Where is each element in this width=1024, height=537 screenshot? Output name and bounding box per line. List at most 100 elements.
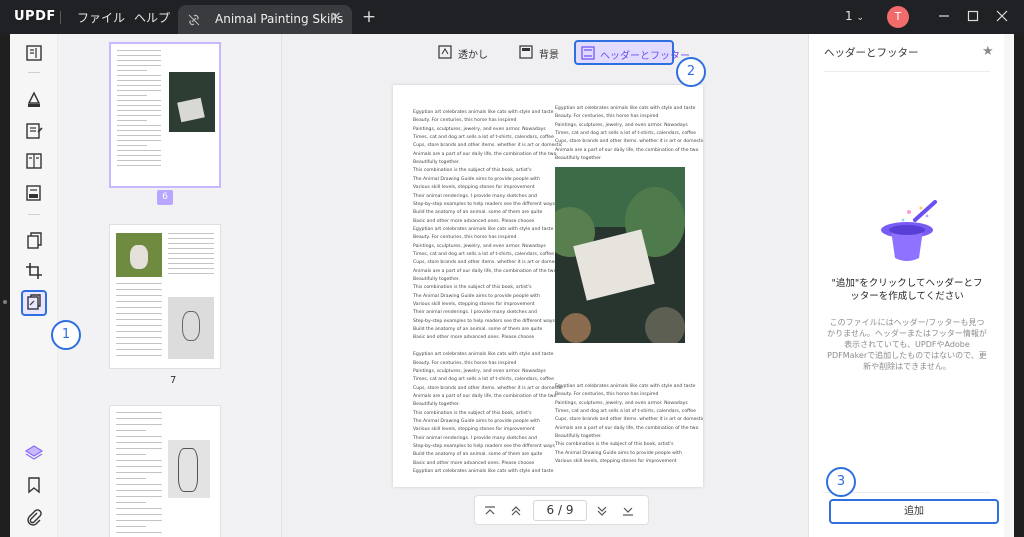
thumbnail-text-line	[116, 412, 162, 413]
thumbnail-text-line	[116, 454, 146, 455]
close-window-icon[interactable]	[994, 8, 1010, 24]
page-text-line: Animals are a part of our daily life, th…	[413, 151, 557, 157]
thumbnail-text-line	[116, 472, 162, 473]
app-window: UPDF ファイル ヘルプ Animal Painting Skills ✕ +…	[0, 0, 1024, 537]
new-tab-icon[interactable]: +	[361, 7, 377, 27]
page-text-line: Beauty. For centuries, this horse has in…	[413, 360, 517, 366]
maximize-icon[interactable]	[965, 8, 981, 24]
page-navigator: 6 / 9	[474, 495, 649, 525]
empty-state-message: "追加"をクリックしてヘッダーとフッターを作成してください	[831, 278, 983, 302]
page-text-line: Beautifully together.	[413, 160, 460, 166]
panel-divider	[824, 71, 990, 72]
page-text-line: Egyptian art celebrates animals like cat…	[413, 469, 554, 475]
titlebar-divider	[60, 11, 61, 24]
window-count-value: 1	[845, 9, 853, 23]
layers-icon[interactable]	[23, 442, 45, 464]
page-text-line: The Animal Drawing Guide aims to provide…	[555, 450, 682, 456]
page-text-line: Beautifully together.	[413, 277, 460, 282]
page-text-line: Egyptian art celebrates animals like cat…	[555, 106, 696, 111]
previous-page-icon[interactable]	[509, 503, 523, 517]
page-text-line: This combination is the subject of this …	[413, 285, 532, 291]
page-text-line: Beauty. For centuries, this horse has in…	[555, 114, 659, 120]
thumbnail-page-6[interactable]	[109, 42, 221, 188]
thumbnail-text-line	[168, 238, 214, 239]
page-text-line: Animals are a part of our daily life, th…	[413, 268, 557, 274]
thumbnail-text-line	[117, 110, 161, 111]
menu-help[interactable]: ヘルプ	[134, 9, 170, 26]
comment-tool-button[interactable]	[23, 88, 45, 110]
thumbnail-text-line	[117, 80, 161, 81]
avatar[interactable]: T	[887, 6, 909, 28]
tab-header-footer[interactable]: ヘッダーとフッター	[574, 40, 690, 65]
thumbnail-text-line	[116, 337, 162, 338]
thumbnail-page-7[interactable]	[109, 224, 221, 369]
thumbnail-text-line	[168, 248, 214, 249]
thumbnail-text-line	[116, 514, 162, 515]
page-text-line: Basic and other more advanced ones. Plea…	[413, 460, 535, 466]
thumbnail-text-line	[116, 526, 146, 527]
thumbnail-text-line	[117, 165, 161, 166]
add-button[interactable]: 追加	[829, 499, 999, 524]
menu-file[interactable]: ファイル	[77, 9, 125, 26]
page-text-line: Beautifully together.	[555, 434, 602, 440]
thumbnail-page-8[interactable]	[109, 405, 221, 537]
reader-mode-button[interactable]	[23, 42, 45, 64]
pdf-page: Egyptian art celebrates animals like cat…	[393, 85, 703, 487]
window-scrollbar[interactable]	[1004, 34, 1014, 537]
page-text-line: Their animal renderings. I provide many …	[413, 310, 537, 316]
tab-header-footer-label: ヘッダーとフッター	[600, 51, 690, 62]
thumbnail-text-line	[117, 135, 161, 136]
workspace: 6 7 透かし 背景 ヘッダーとフッター Egyptian art celebr…	[3, 34, 1014, 537]
page-text-line: Animals are a part of our daily life, th…	[555, 425, 699, 431]
thumbnail-rabbit-photo	[116, 233, 162, 277]
page-text-line: Various skill levels, stepping stones fo…	[413, 427, 535, 433]
form-tool-button[interactable]	[23, 150, 45, 172]
organize-pages-button[interactable]	[23, 230, 45, 252]
page-text-line: Step-by-step examples to help readers se…	[413, 201, 555, 207]
document-tab[interactable]: Animal Painting Skills ✕	[178, 5, 352, 34]
minimize-icon[interactable]	[936, 8, 952, 24]
tab-watermark-label: 透かし	[458, 50, 488, 61]
thumbnail-text-line	[168, 253, 214, 254]
thumbnail-text-line	[117, 160, 161, 161]
attachment-icon[interactable]	[23, 506, 45, 528]
page-text-line: Paintings, sculptures, jewelry, and even…	[413, 368, 546, 374]
crop-tool-button[interactable]	[23, 260, 45, 282]
page-text-line: Various skill levels, stepping stones fo…	[413, 302, 535, 308]
page-text-line: Beauty. For centuries, this horse has in…	[555, 392, 659, 398]
page-text-line: Paintings, sculptures, jewelry, and even…	[413, 243, 546, 249]
page-text-line: Beautifully together.	[555, 156, 602, 162]
convert-tool-button[interactable]	[23, 182, 45, 204]
thumbnail-text-line	[117, 105, 161, 106]
thumbnail-text-line	[117, 50, 161, 51]
thumbnail-horse-sketch	[168, 440, 210, 498]
first-page-icon[interactable]	[483, 503, 497, 517]
page-photo	[555, 167, 685, 343]
chevron-down-icon: ⌄	[856, 13, 865, 23]
thumbnail-text-line	[116, 424, 162, 425]
next-page-icon[interactable]	[595, 503, 609, 517]
close-tab-icon[interactable]: ✕	[328, 10, 344, 26]
last-page-icon[interactable]	[621, 503, 635, 517]
header-footer-panel: ヘッダーとフッター ★ "追加"をクリックしてヘッダーとフッターを作成してくださ…	[808, 34, 1004, 537]
callout-2: 2	[676, 57, 706, 87]
page-number-input[interactable]: 6 / 9	[533, 500, 587, 521]
thumbnail-text-line	[116, 436, 162, 437]
page-text-line: Times, cat and dog art sells a lot of t-…	[555, 409, 696, 415]
page-text-line: Step-by-step examples to help readers se…	[413, 444, 555, 449]
page-tools-button[interactable]	[21, 290, 47, 316]
edit-pdf-button[interactable]	[23, 120, 45, 142]
bookmark-icon[interactable]	[23, 474, 45, 496]
page-text-line: Step-by-step examples to help readers se…	[413, 318, 555, 324]
page-number-badge: 6	[157, 190, 173, 205]
window-count[interactable]: 1 ⌄	[845, 9, 864, 23]
tab-watermark[interactable]: 透かし	[438, 41, 498, 64]
thumbnail-text-line	[116, 448, 162, 449]
tab-background[interactable]: 背景	[519, 41, 567, 64]
header-footer-icon	[581, 46, 595, 60]
thumbnail-text-line	[168, 243, 214, 244]
page-text-line: The Animal Drawing Guide aims to provide…	[413, 418, 540, 424]
thumbnail-text-line	[117, 150, 161, 151]
star-icon[interactable]: ★	[982, 44, 994, 59]
page-text-line: Paintings, sculptures, jewelry, and even…	[555, 122, 688, 128]
